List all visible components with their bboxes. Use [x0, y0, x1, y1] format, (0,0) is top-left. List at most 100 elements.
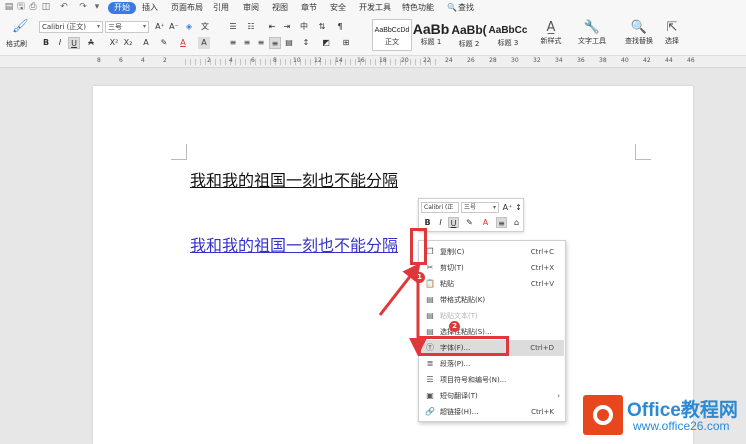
tab-developer[interactable]: 开发工具 — [359, 2, 391, 14]
style-heading3[interactable]: AaBbCc 标题 3 — [488, 19, 528, 51]
menu-item-paragraph[interactable]: ≣ 段落(P)... — [420, 356, 564, 372]
format-painter-label[interactable]: 格式刷 — [6, 39, 27, 49]
tab-insert[interactable]: 插入 — [142, 2, 158, 14]
new-style-button[interactable]: A̲ 新样式 — [534, 20, 568, 46]
style-heading1[interactable]: AaBb 标题 1 — [412, 19, 450, 51]
tab-review[interactable]: 审阅 — [243, 2, 259, 14]
grow-font-icon[interactable]: A⁺ — [154, 21, 166, 33]
arrow-to-selection — [378, 262, 421, 316]
save-icon[interactable]: 🖫 — [16, 2, 26, 12]
shading-icon[interactable]: ◩ — [320, 37, 332, 49]
menu-item-paste-keep-format[interactable]: ▤ 带格式粘贴(K) — [420, 292, 564, 308]
subscript-icon[interactable]: X₂ — [122, 37, 134, 49]
distributed-icon[interactable]: ▤ — [283, 37, 295, 49]
ruler-number: 8 — [97, 57, 101, 64]
superscript-icon[interactable]: X² — [108, 37, 120, 49]
mini-font-name-combo[interactable]: Calibri (正 — [421, 202, 459, 213]
sort-icon[interactable]: ⇅ — [316, 21, 328, 33]
grow-font-icon[interactable]: A⁺ — [502, 202, 513, 213]
undo-icon[interactable]: ↶ — [59, 2, 69, 12]
menu-item-translate[interactable]: ▣ 短句翻译(T) › — [420, 388, 564, 404]
select-button[interactable]: ⇱ 选择 — [660, 20, 684, 46]
line-spacing-icon[interactable]: ↕ — [513, 202, 524, 213]
tab-home[interactable]: 开始 — [108, 2, 136, 14]
bold-icon[interactable]: B — [422, 217, 433, 228]
ruler-number: 8 — [273, 57, 277, 64]
highlight-icon[interactable]: ✎ — [158, 37, 170, 49]
justify-icon[interactable]: ≡ — [269, 37, 281, 49]
char-effect-icon[interactable]: A — [140, 37, 152, 49]
find-replace-button[interactable]: 🔍 查找替换 — [620, 20, 658, 46]
font-name-combo[interactable]: Calibri (正文) ▾ — [39, 21, 103, 33]
increase-indent-icon[interactable]: ⇥ — [281, 21, 293, 33]
horizontal-ruler[interactable]: 8 6 4 2 2 4 6 8 10 12 14 16 18 20 22 24 … — [0, 56, 746, 68]
strikethrough-icon[interactable]: A — [85, 37, 97, 49]
more-icon[interactable]: ▾ — [92, 2, 102, 12]
print-icon[interactable]: ⎙ — [28, 2, 38, 12]
align-icon[interactable]: ≡ — [496, 217, 507, 228]
menu-item-paste-text: ▤ 粘贴文本(T) — [420, 308, 564, 324]
style-heading2[interactable]: AaBb( 标题 2 — [450, 19, 488, 51]
font-color-icon[interactable]: A — [177, 37, 189, 49]
menu-item-label: 短句翻译(T) — [440, 392, 478, 400]
tab-references[interactable]: 引用 — [213, 2, 229, 14]
align-center-icon[interactable]: ≡ — [241, 37, 253, 49]
borders-icon[interactable]: ⊞ — [340, 37, 352, 49]
chevron-down-icon: ▾ — [96, 23, 100, 30]
redo-icon[interactable]: ↷ — [78, 2, 88, 12]
find-replace-label: 查找替换 — [625, 37, 653, 45]
text-tools-button[interactable]: 🔧 文字工具 — [574, 20, 610, 46]
underline-icon[interactable]: U — [68, 37, 80, 49]
bullet-list-icon[interactable]: ☰ — [227, 21, 239, 33]
menu-item-cut[interactable]: ✂ 剪切(T) Ctrl+X — [420, 260, 564, 276]
numbered-list-icon[interactable]: ☷ — [245, 21, 257, 33]
step-badge-1: 1 — [414, 272, 425, 283]
clear-format-icon[interactable]: ◈ — [183, 21, 195, 33]
tab-page-layout[interactable]: 页面布局 — [171, 2, 203, 14]
style-sample: AaBbCcDd — [374, 27, 410, 34]
menu-item-paste[interactable]: 📋 粘贴 Ctrl+V — [420, 276, 564, 292]
pinyin-icon[interactable]: 文 — [199, 21, 211, 33]
file-icon[interactable]: ▤ — [4, 2, 14, 12]
chevron-down-icon: ▾ — [142, 23, 146, 30]
search-label[interactable]: 查找 — [458, 2, 474, 14]
highlight-icon[interactable]: ✎ — [464, 217, 475, 228]
shrink-font-icon[interactable]: A⁻ — [168, 21, 180, 33]
search-icon[interactable]: 🔍 — [447, 2, 457, 14]
line-spacing-icon[interactable]: ↕ — [300, 37, 312, 49]
menu-item-label: 粘贴 — [440, 280, 454, 288]
ruler-number: 10 — [293, 57, 301, 64]
font-size-value: 三号 — [108, 23, 122, 31]
show-marks-icon[interactable]: ¶ — [334, 21, 346, 33]
char-shading-icon[interactable]: A — [198, 37, 210, 49]
decrease-indent-icon[interactable]: ⇤ — [266, 21, 278, 33]
menu-item-hyperlink[interactable]: 🔗 超链接(H)... Ctrl+K — [420, 404, 564, 420]
italic-icon[interactable]: I — [435, 217, 446, 228]
mini-font-size-combo[interactable]: 三号 ▾ — [461, 202, 499, 213]
menu-item-bullets-numbering[interactable]: ☰ 项目符号和编号(N)... — [420, 372, 564, 388]
format-painter-icon[interactable]: ⌂ — [511, 217, 522, 228]
align-right-icon[interactable]: ≡ — [255, 37, 267, 49]
font-size-combo[interactable]: 三号 ▾ — [105, 21, 149, 33]
chinese-layout-icon[interactable]: 中 — [298, 21, 310, 33]
new-style-label: 新样式 — [540, 37, 562, 45]
print-preview-icon[interactable]: ◫ — [41, 2, 51, 12]
selected-text-line[interactable]: 我和我的祖国一刻也不能分隔 — [190, 236, 398, 256]
tab-chapter[interactable]: 章节 — [301, 2, 317, 14]
tab-special[interactable]: 特色功能 — [402, 2, 434, 14]
menu-item-copy[interactable]: ❐ 复制(C) Ctrl+C — [420, 244, 564, 260]
format-painter-icon[interactable]: 🖌 — [12, 19, 29, 35]
tab-view[interactable]: 视图 — [272, 2, 288, 14]
wrench-icon: 🔧 — [583, 20, 601, 35]
font-color-icon[interactable]: A — [480, 217, 491, 228]
align-left-icon[interactable]: ≡ — [227, 37, 239, 49]
new-style-icon: A̲ — [546, 20, 556, 35]
italic-icon[interactable]: I — [54, 37, 66, 49]
style-normal[interactable]: AaBbCcDd 正文 — [372, 19, 412, 51]
document-text-line[interactable]: 我和我的祖国一刻也不能分隔 — [190, 171, 398, 191]
bold-icon[interactable]: B — [40, 37, 52, 49]
tab-security[interactable]: 安全 — [330, 2, 346, 14]
ruler-number: 2 — [163, 57, 167, 64]
menu-item-shortcut: Ctrl+C — [530, 248, 554, 256]
underline-icon[interactable]: U — [448, 217, 459, 228]
